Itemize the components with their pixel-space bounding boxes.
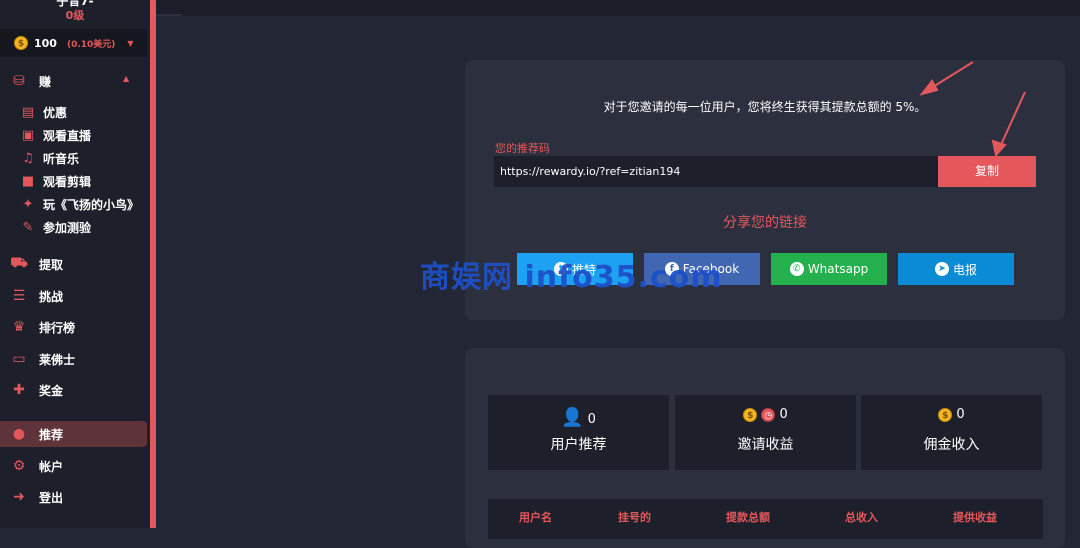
arrow-head — [919, 79, 939, 96]
arrow-head — [991, 139, 1007, 158]
annotation-arrows — [919, 61, 1026, 158]
arrow-line — [999, 91, 1026, 148]
